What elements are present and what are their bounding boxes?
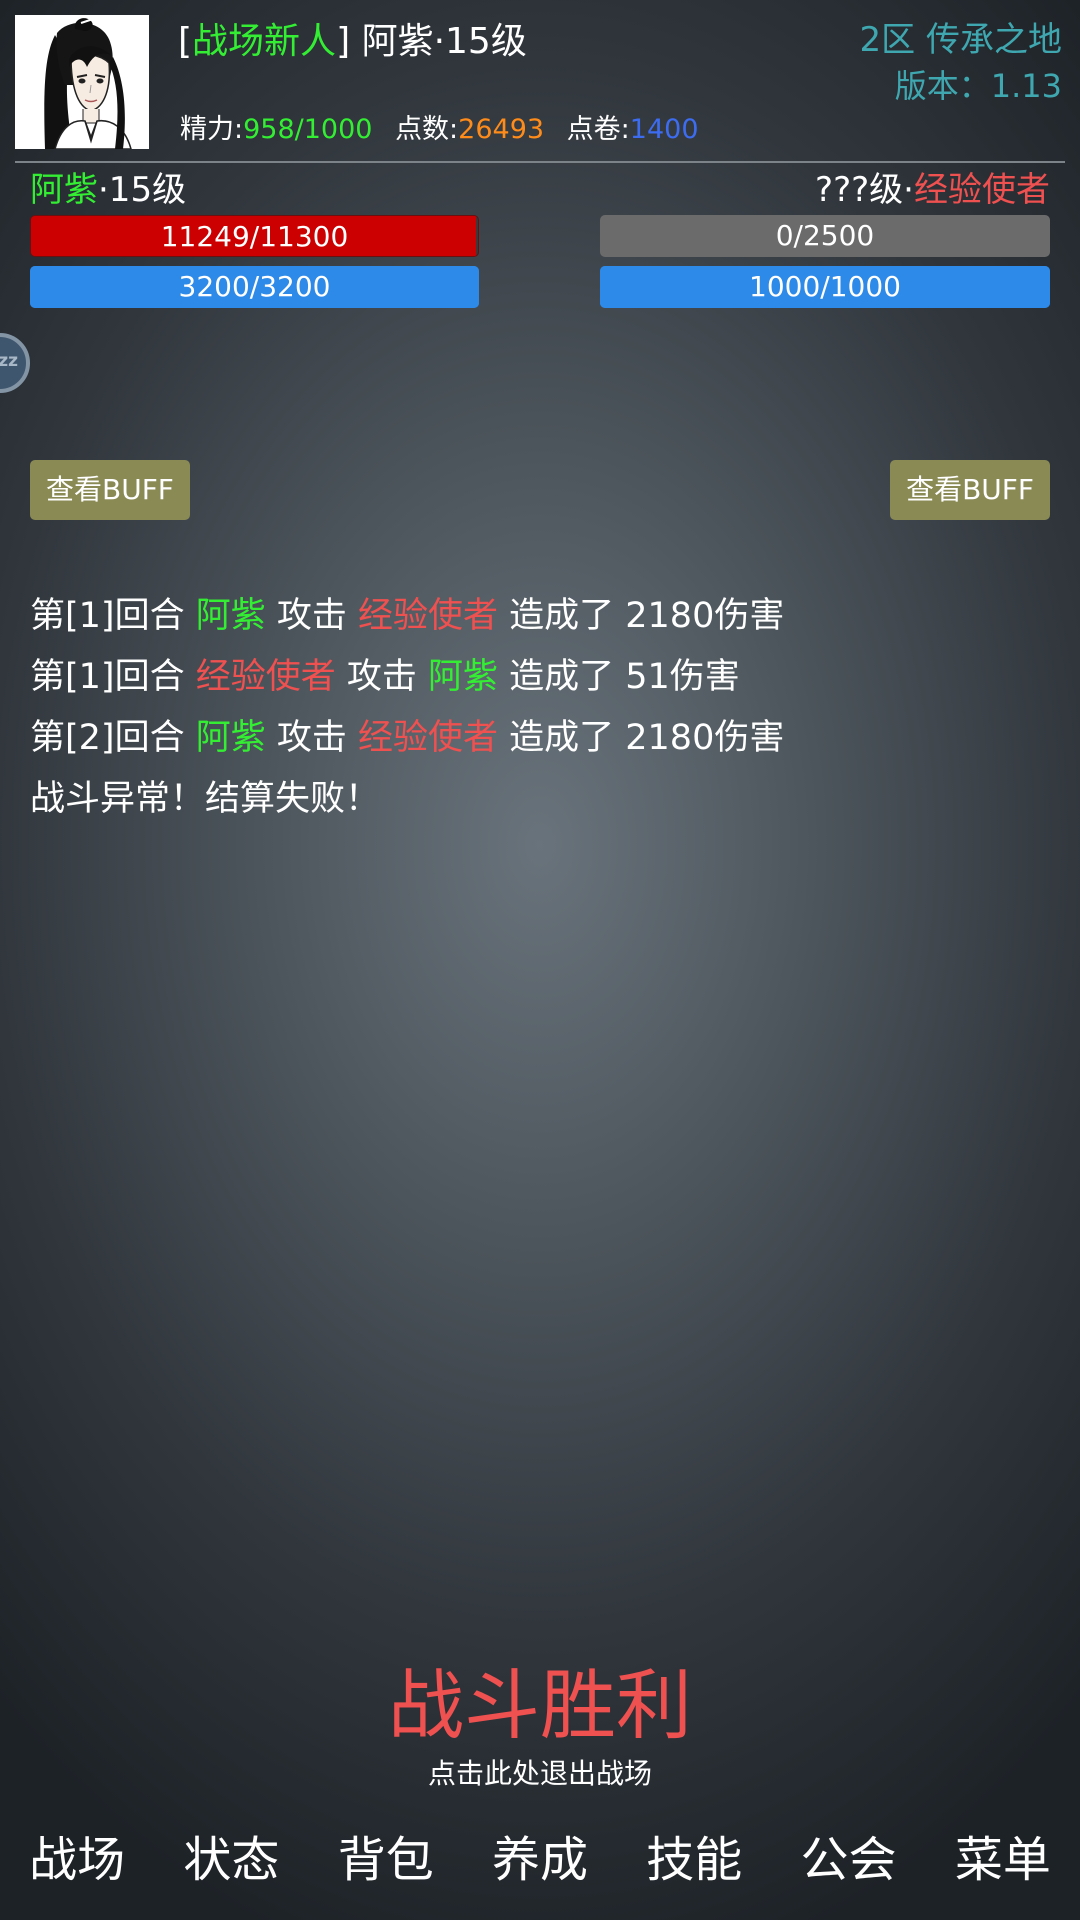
log-target: 阿紫: [428, 657, 499, 697]
energy-label: 精力:: [180, 114, 244, 145]
player-title-line: [战场新人] 阿紫·15级: [178, 18, 527, 66]
enemy-name: 经验使者: [914, 170, 1050, 210]
title-bracket-close: ]: [336, 21, 351, 62]
version-label: 版本：: [894, 67, 991, 105]
exit-battle-link[interactable]: 点击此处退出战场: [0, 1754, 1080, 1794]
title-bracket-open: [: [178, 21, 193, 62]
log-attacker: 经验使者: [195, 657, 336, 697]
version-info: 版本：1.13: [895, 64, 1062, 108]
player-hp-text: 11249/11300: [160, 220, 349, 253]
vouchers-value: 1400: [629, 114, 699, 145]
enemy-hp-text: 0/2500: [775, 219, 875, 252]
log-verb: 攻击: [265, 596, 358, 636]
nav-status[interactable]: 状态: [154, 1820, 308, 1900]
floating-assist-label: zz: [0, 351, 18, 371]
title-badge: 战场新人: [192, 21, 337, 62]
battle-log: 第[1]回合 阿紫 攻击 经验使者 造成了 2180伤害 第[1]回合 经验使者…: [30, 586, 784, 830]
points-label: 点数:: [395, 114, 459, 145]
log-round: 第[2]回合: [30, 718, 196, 758]
enemy-mp-text: 1000/1000: [749, 270, 901, 303]
character-portrait-icon: [15, 15, 149, 149]
player-combatant-name: 阿紫·15级: [30, 168, 186, 212]
log-round: 第[1]回合: [30, 657, 196, 697]
log-result: 造成了 2180伤害: [498, 596, 785, 636]
points-value: 26493: [458, 114, 545, 145]
nav-cultivate[interactable]: 养成: [463, 1820, 617, 1900]
enemy-view-buff-button[interactable]: 查看BUFF: [890, 460, 1050, 520]
player-avatar[interactable]: [15, 15, 149, 149]
nav-menu[interactable]: 菜单: [926, 1820, 1080, 1900]
log-round: 第[1]回合: [30, 596, 196, 636]
log-attacker: 阿紫: [195, 596, 266, 636]
bottom-nav: 战场 状态 背包 养成 技能 公会 菜单: [0, 1820, 1080, 1900]
enemy-mp-bar: 1000/1000: [600, 266, 1050, 308]
vouchers-label: 点卷:: [566, 114, 630, 145]
battle-log-line: 第[1]回合 阿紫 攻击 经验使者 造成了 2180伤害: [30, 586, 784, 647]
player-mp-text: 3200/3200: [178, 270, 331, 303]
log-result: 造成了 2180伤害: [498, 718, 785, 758]
nav-backpack[interactable]: 背包: [309, 1820, 463, 1900]
player-view-buff-button[interactable]: 查看BUFF: [30, 460, 190, 520]
nav-battlefield[interactable]: 战场: [0, 1820, 154, 1900]
log-target: 经验使者: [358, 718, 499, 758]
nav-skills[interactable]: 技能: [617, 1820, 771, 1900]
player-hp-bar: 11249/11300: [30, 215, 479, 257]
server-name: 2区 传承之地: [859, 20, 1062, 60]
resource-stats: 精力:958/1000 点数:26493 点卷:1400: [180, 110, 699, 150]
log-attacker: 阿紫: [195, 718, 266, 758]
energy-value: 958/1000: [243, 114, 373, 145]
log-verb: 攻击: [335, 657, 428, 697]
log-verb: 攻击: [265, 718, 358, 758]
header-divider: [15, 161, 1065, 163]
enemy-level: ???级·: [815, 170, 914, 210]
battle-message: 战斗异常！结算失败！: [30, 779, 381, 819]
header-player-level: ·15级: [433, 21, 527, 62]
log-result: 造成了 51伤害: [498, 657, 740, 697]
nav-guild[interactable]: 公会: [771, 1820, 925, 1900]
enemy-hp-bar: 0/2500: [600, 215, 1050, 257]
header-player-name: 阿紫: [361, 21, 434, 62]
player-name: 阿紫: [30, 170, 98, 210]
battle-result-title[interactable]: 战斗胜利: [0, 1660, 1080, 1752]
floating-assist-button[interactable]: zz: [0, 333, 30, 393]
battle-log-line: 第[2]回合 阿紫 攻击 经验使者 造成了 2180伤害: [30, 708, 784, 769]
battle-log-line: 第[1]回合 经验使者 攻击 阿紫 造成了 51伤害: [30, 647, 784, 708]
log-target: 经验使者: [358, 596, 499, 636]
version-value: 1.13: [990, 67, 1062, 105]
player-mp-bar: 3200/3200: [30, 266, 479, 308]
enemy-combatant-name: ???级·经验使者: [815, 168, 1050, 212]
player-level: ·15级: [98, 170, 187, 210]
